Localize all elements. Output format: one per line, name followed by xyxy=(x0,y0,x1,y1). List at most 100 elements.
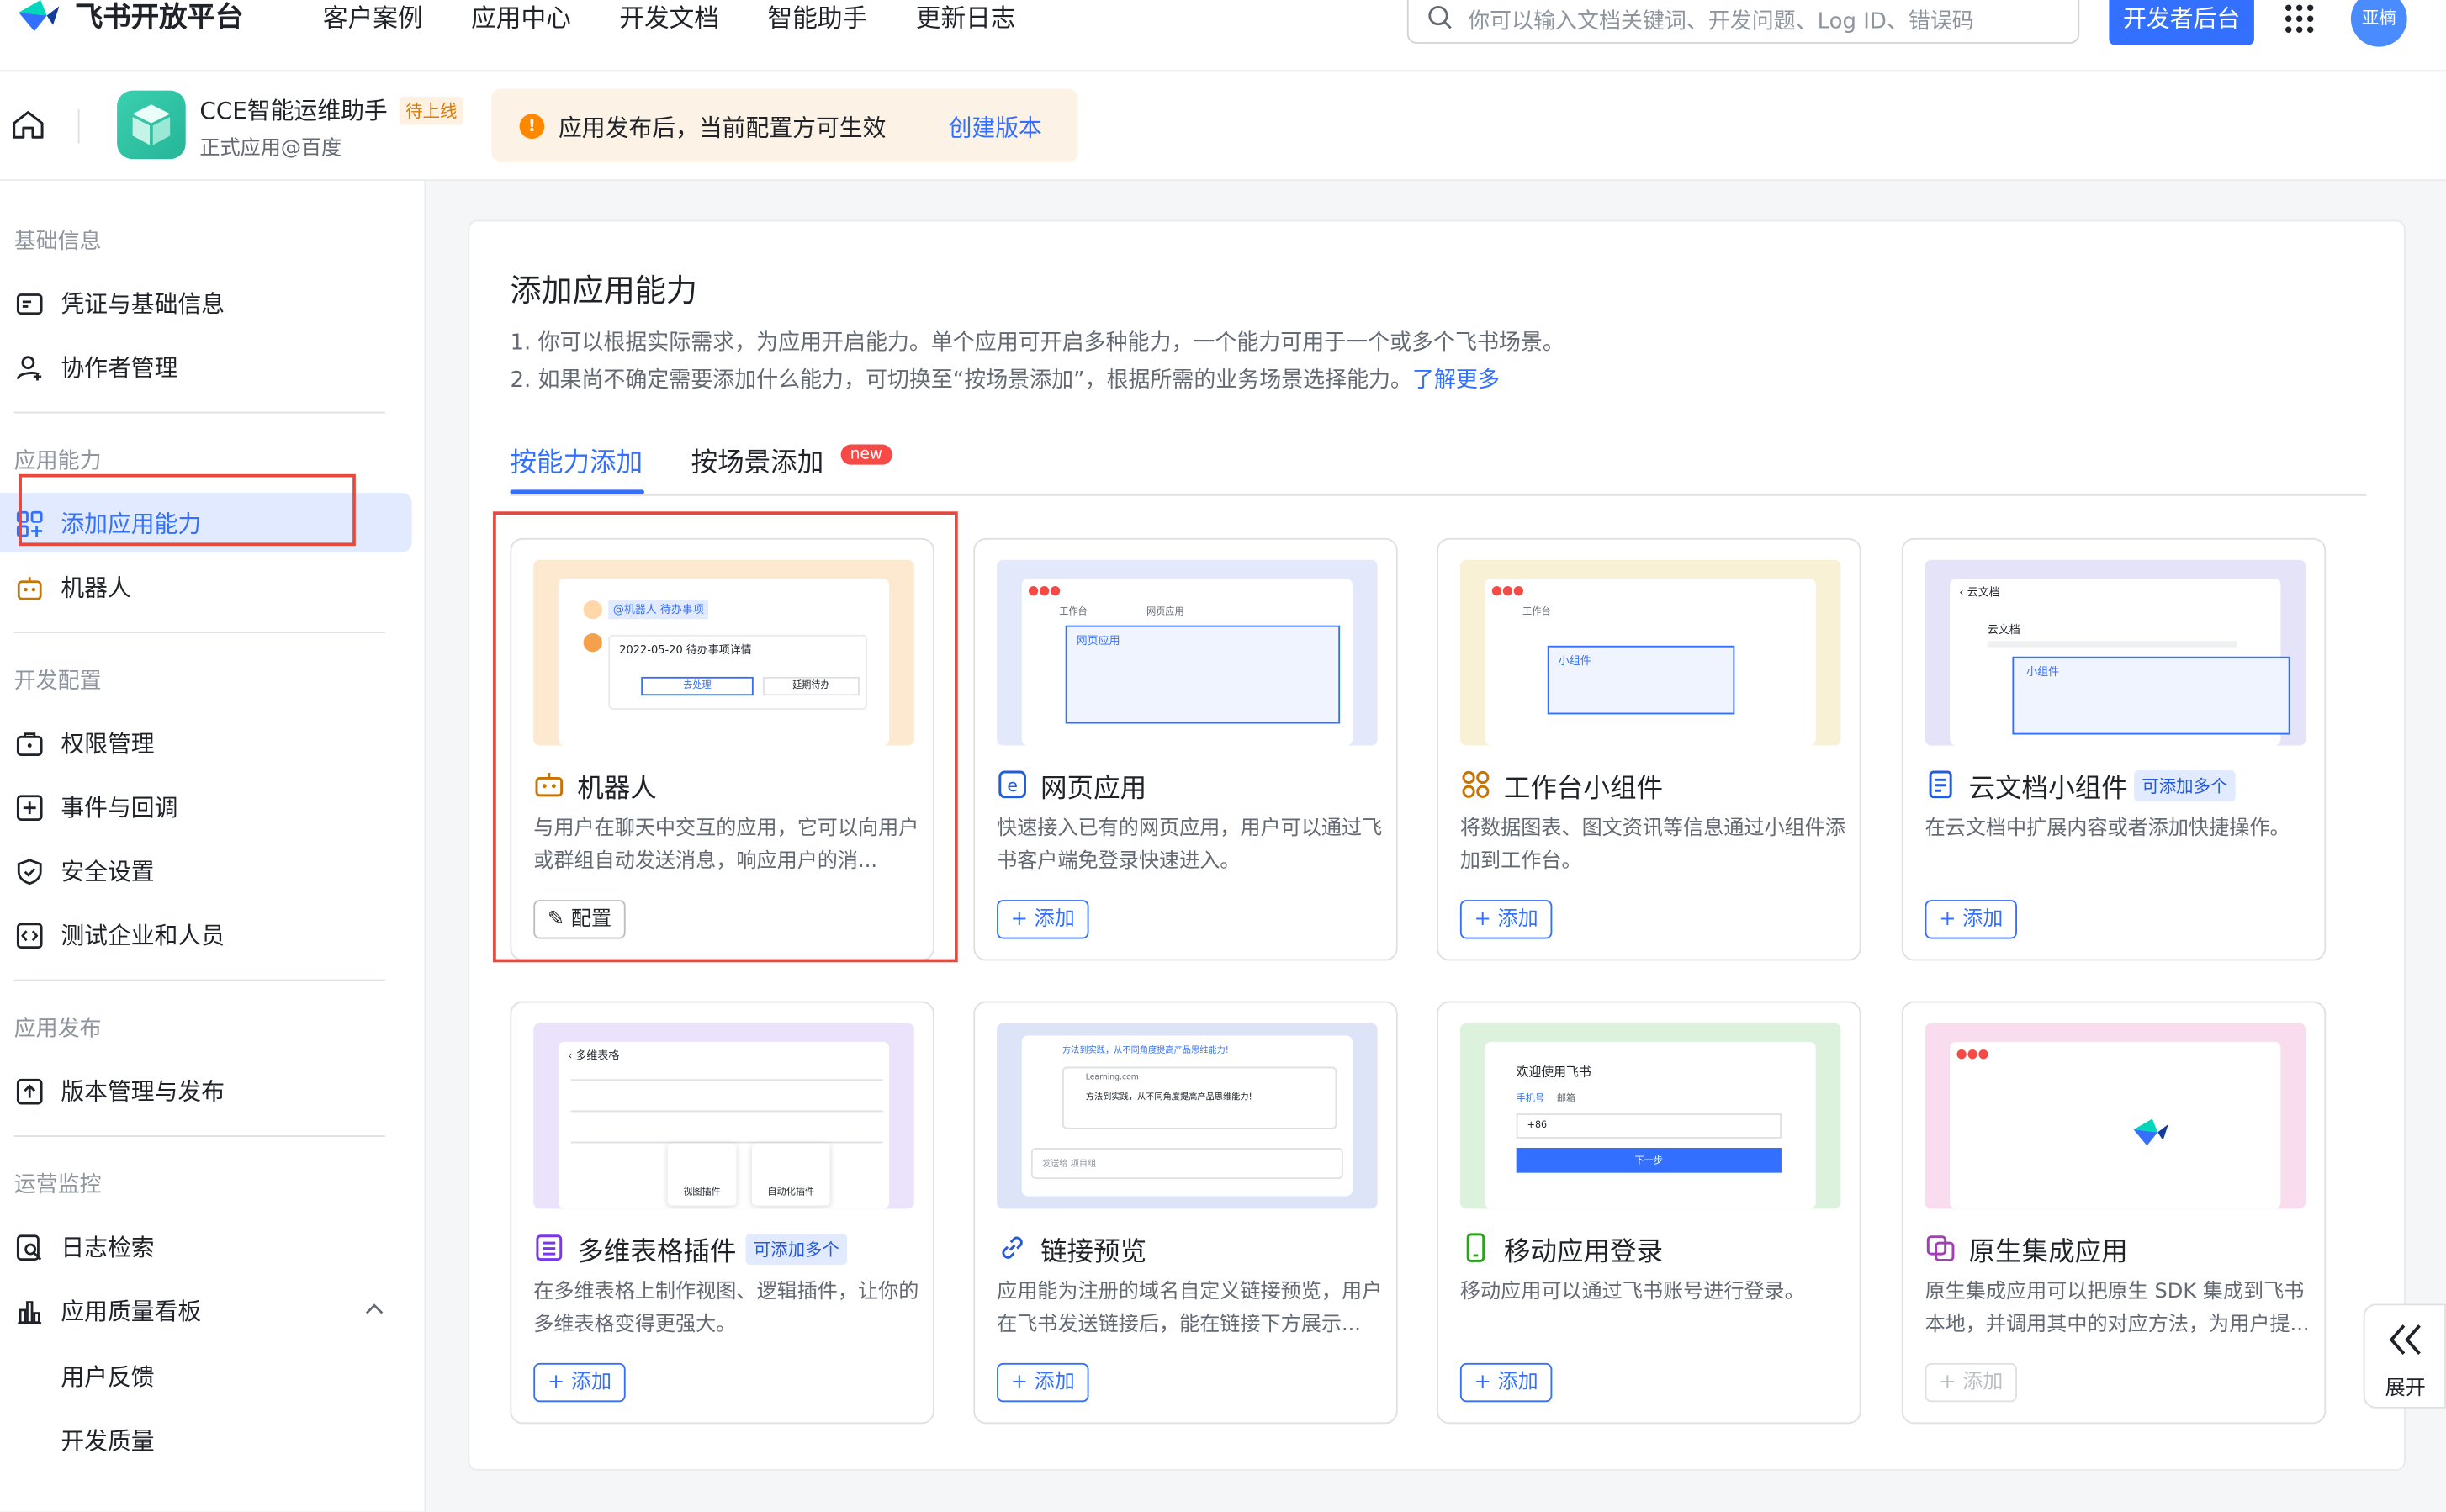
sidebar-item-bot[interactable]: 机器人 xyxy=(0,557,412,616)
button-label: 添加 xyxy=(1962,1371,2004,1395)
brand-logo[interactable]: 飞书开放平台 xyxy=(13,0,243,38)
message-input: 发送给 项目组 xyxy=(1030,1147,1343,1180)
sidebar-item-permissions[interactable]: 权限管理 xyxy=(0,713,412,772)
sidebar-subitem-feedback[interactable]: 用户反馈 xyxy=(61,1360,154,1393)
tab-by-scenario[interactable]: 按场景添加 xyxy=(691,440,824,478)
sidebar-section-dev-config: 开发配置 xyxy=(13,669,102,695)
capability-card-workplace-widget[interactable]: ●●● 工作台 小组件 工作台小组件 将数据图表、图文资讯等信息通过小组件添加到… xyxy=(1437,537,1861,961)
learn-more-link[interactable]: 了解更多 xyxy=(1412,368,1500,394)
top-navigation: 飞书开放平台 客户案例 应用中心 开发文档 智能助手 更新日志 你可以输入文档关… xyxy=(0,0,2446,72)
capability-card-doc-widget[interactable]: ‹ 云文档 云文档 小组件 云文档小组件 可添加多个 在云文档中扩展内容或者添加… xyxy=(1901,537,2327,961)
sidebar-item-credentials[interactable]: 凭证与基础信息 xyxy=(0,273,412,332)
capability-card-web-app[interactable]: ●●● 工作台 网页应用 网页应用 e 网页应用 快速接入已有的网页应用，用户可… xyxy=(973,537,1398,961)
sidebar-item-quality-dashboard[interactable]: 应用质量看板 xyxy=(0,1281,412,1340)
multi-add-badge: 可添加多个 xyxy=(2134,770,2236,802)
app-name: CCE智能运维助手 xyxy=(199,96,388,125)
add-button[interactable]: + 添加 xyxy=(533,1362,626,1403)
bar-chart-icon xyxy=(18,1301,42,1325)
add-button[interactable]: + 添加 xyxy=(997,1362,1089,1403)
preview-window: ●●● 工作台 小组件 xyxy=(1485,579,1816,746)
card-description: 原生集成应用可以把原生 SDK 集成到飞书本地，并调用其中的对应方法，为用户提.… xyxy=(1925,1280,2310,1337)
link-message: 方法到实践，从不同角度提高产品思维能力! xyxy=(1062,1046,1229,1056)
plus-icon: + xyxy=(1474,1371,1498,1395)
upload-icon xyxy=(16,1078,43,1105)
widget-icon xyxy=(1462,770,1490,798)
divider xyxy=(77,108,80,144)
sidebar-item-label: 安全设置 xyxy=(61,858,155,886)
expand-label: 展开 xyxy=(2385,1377,2426,1401)
sidebar-subitem-dev-quality[interactable]: 开发质量 xyxy=(61,1424,154,1456)
sidebar-item-test-tenants[interactable]: 测试企业和人员 xyxy=(0,905,412,964)
sidebar-section-publish: 应用发布 xyxy=(13,1017,102,1042)
home-icon[interactable] xyxy=(11,109,45,140)
base-title: ‹ 多维表格 xyxy=(568,1049,620,1062)
shield-icon xyxy=(17,859,42,886)
plus-icon: + xyxy=(547,1371,571,1395)
plus-icon: + xyxy=(1010,907,1035,932)
search-icon xyxy=(1428,5,1452,29)
card-title: 多维表格插件 xyxy=(577,1236,737,1268)
button-label: 添加 xyxy=(1497,907,1538,932)
link-preview-image: 方法到实践，从不同角度提高产品思维能力! Learning.com 方法到实践，… xyxy=(997,1023,1378,1209)
avatar[interactable]: 亚楠 xyxy=(2350,0,2407,47)
add-button-disabled[interactable]: + 添加 xyxy=(1925,1362,2018,1403)
doc-widget-label: 小组件 xyxy=(2026,665,2060,679)
divider xyxy=(13,1135,386,1138)
sidebar-section-capabilities: 应用能力 xyxy=(13,449,102,474)
create-version-link[interactable]: 创建版本 xyxy=(949,111,1042,144)
chevron-up-icon[interactable] xyxy=(365,1303,384,1315)
add-button[interactable]: + 添加 xyxy=(1459,1362,1553,1403)
nav-link-cases[interactable]: 客户案例 xyxy=(323,0,423,38)
notice-text: 应用发布后，当前配置方可生效 xyxy=(558,114,887,142)
web-app-icon: e xyxy=(998,770,1026,799)
add-button[interactable]: + 添加 xyxy=(1459,900,1553,939)
link-icon xyxy=(1002,1236,1023,1259)
tab-webapp: 网页应用 xyxy=(1146,606,1184,618)
sidebar-item-security[interactable]: 安全设置 xyxy=(0,841,412,900)
sidebar-item-logs[interactable]: 日志检索 xyxy=(0,1217,412,1276)
add-button[interactable]: + 添加 xyxy=(997,900,1089,939)
window-dots: ●●● xyxy=(1490,583,1524,598)
publish-notice: ! 应用发布后，当前配置方可生效 创建版本 xyxy=(491,88,1078,162)
log-search-icon xyxy=(16,1234,42,1261)
capability-card-base-plugin[interactable]: ‹ 多维表格 视图插件 自动化插件 多维表格插件 可添加多个 在多维表格上制作视… xyxy=(510,1001,934,1425)
plus-icon: + xyxy=(1939,1371,1963,1395)
widget-label: 小组件 xyxy=(1558,654,1591,668)
developer-console-button[interactable]: 开发者后台 xyxy=(2109,0,2254,45)
nav-link-docs[interactable]: 开发文档 xyxy=(619,0,719,38)
base-title-text: 多维表格 xyxy=(575,1049,620,1062)
sidebar-item-events[interactable]: 事件与回调 xyxy=(0,777,412,836)
sidebar: 基础信息 凭证与基础信息 协作者管理 应用能力 添加应用能力 机器人 开发配置 … xyxy=(0,181,426,1512)
nav-links: 客户案例 应用中心 开发文档 智能助手 更新日志 xyxy=(323,0,1016,38)
divider xyxy=(13,411,386,414)
sidebar-item-label: 权限管理 xyxy=(61,729,155,759)
id-card-icon xyxy=(16,293,43,315)
capability-card-mobile-login[interactable]: 欢迎使用飞书 手机号 邮箱 +86 下一步 移动应用登录 移动应用可以通过飞书账… xyxy=(1437,1001,1861,1425)
new-badge: new xyxy=(840,444,892,465)
grid-line xyxy=(570,1079,883,1081)
doc-heading: 云文档 xyxy=(1987,623,2020,637)
sidebar-item-collaborators[interactable]: 协作者管理 xyxy=(0,337,412,396)
card-description: 应用能为注册的域名自定义链接预览，用户在飞书发送链接后，能在链接下方展示... xyxy=(997,1280,1383,1337)
nav-link-app-center[interactable]: 应用中心 xyxy=(471,0,571,38)
button-label: 添加 xyxy=(570,1371,612,1395)
tab-by-capability[interactable]: 按能力添加 xyxy=(510,440,643,478)
add-button[interactable]: + 添加 xyxy=(1925,900,2018,939)
active-tab-indicator xyxy=(510,489,644,494)
cube-icon xyxy=(132,104,171,145)
search-input[interactable]: 你可以输入文档关键词、开发问题、Log ID、错误码 xyxy=(1406,0,2080,44)
svg-text:e: e xyxy=(1007,775,1018,796)
expand-panel-button[interactable]: 展开 xyxy=(2363,1303,2446,1409)
feishu-logo-icon xyxy=(19,0,60,32)
mobile-login-preview-image: 欢迎使用飞书 手机号 邮箱 +86 下一步 xyxy=(1459,1023,1841,1209)
nav-link-assistant[interactable]: 智能助手 xyxy=(768,0,868,38)
nav-link-changelog[interactable]: 更新日志 xyxy=(916,0,1016,38)
capability-card-native-integration[interactable]: ●●● 原生集成应用 原生集成应用可以把原生 SDK 集成到飞书本地，并调用其中… xyxy=(1901,1001,2327,1425)
capability-card-link-preview[interactable]: 方法到实践，从不同角度提高产品思维能力! Learning.com 方法到实践，… xyxy=(973,1001,1398,1425)
sidebar-item-versions[interactable]: 版本管理与发布 xyxy=(0,1060,412,1119)
button-label: 添加 xyxy=(1034,907,1075,932)
document-icon xyxy=(1929,770,1952,799)
view-plugin-tile: 视图插件 xyxy=(667,1143,737,1206)
window-dots: ●●● xyxy=(1028,583,1062,598)
apps-grid-icon[interactable] xyxy=(2284,3,2315,34)
